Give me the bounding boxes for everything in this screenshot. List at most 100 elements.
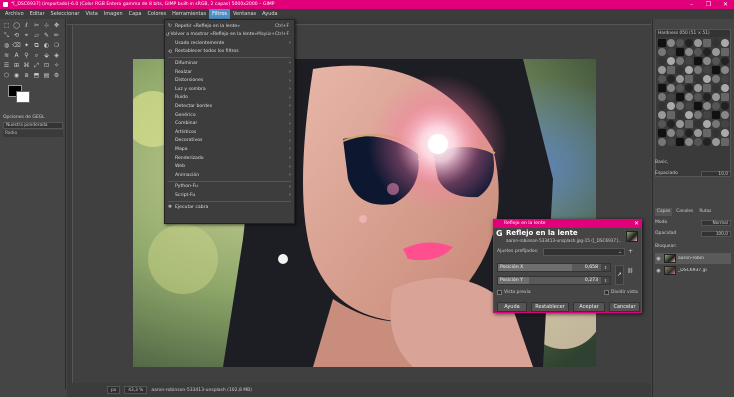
brush-swatch[interactable] [703,48,711,56]
tool-button[interactable]: ◯ [12,21,21,30]
brush-swatch[interactable] [703,66,711,74]
brush-swatch[interactable] [685,102,693,110]
brush-swatch[interactable] [667,39,675,47]
ok-button[interactable]: Aceptar [573,302,605,312]
brush-swatch[interactable] [712,120,720,128]
brush-swatch[interactable] [694,66,702,74]
brush-swatch[interactable] [685,93,693,101]
brush-swatch[interactable] [676,120,684,128]
brush-swatch[interactable] [685,48,693,56]
brush-swatch[interactable] [667,129,675,137]
filters-menu-item[interactable]: Python-Fu › [165,183,294,191]
filters-menu-item[interactable]: Detectar bordes › [165,102,294,110]
brush-swatch[interactable] [667,111,675,119]
brush-swatch[interactable] [694,120,702,128]
brush-grid[interactable] [656,37,730,148]
brush-swatch[interactable] [721,120,729,128]
tool-button[interactable]: ⬚ [2,21,11,30]
cancel-button[interactable]: Cancelar [609,302,640,312]
tool-button[interactable]: ✎ [42,31,51,40]
brush-swatch[interactable] [658,66,666,74]
brush-swatch[interactable] [667,138,675,146]
zoom-select[interactable]: 43,3 % [124,386,148,394]
close-icon[interactable]: ✕ [717,0,734,9]
menu-vista[interactable]: Vista [82,9,100,19]
brush-swatch[interactable] [667,75,675,83]
tool-button[interactable]: ✧ [52,61,61,70]
tool-button[interactable]: ⬒ [32,71,41,80]
background-color[interactable] [16,91,30,103]
filters-menu-item[interactable]: ↻ Repetir «Reflejo en la lente» Ctrl+F [165,22,294,30]
filters-menu-item[interactable]: Web › [165,163,294,171]
add-preset-icon[interactable]: + [628,248,634,256]
canvas-area[interactable] [67,19,651,389]
tool-button[interactable]: ✂ [32,21,41,30]
minimize-icon[interactable]: – [683,0,700,9]
reset-button[interactable]: Restablecer [531,302,569,312]
brush-swatch[interactable] [658,84,666,92]
brush-swatch[interactable] [667,84,675,92]
brush-swatch[interactable] [703,129,711,137]
tool-button[interactable]: ◈ [52,51,61,60]
brush-swatch[interactable] [667,93,675,101]
brush-swatch[interactable] [676,93,684,101]
tool-button[interactable]: A [12,51,21,60]
filters-menu-item[interactable]: Script-Fu › [165,191,294,199]
brush-swatch[interactable] [721,93,729,101]
brush-swatch[interactable] [703,75,711,83]
help-button[interactable]: Ayuda [497,302,527,312]
position-y-spinner[interactable]: Posición Y 0,273 ⇕ [497,276,611,285]
filters-menu-item[interactable]: Distorsiones › [165,77,294,85]
brush-swatch[interactable] [685,84,693,92]
brush-swatch[interactable] [685,75,693,83]
opacity-value[interactable]: 100,0 [701,231,731,237]
brush-swatch[interactable] [721,39,729,47]
brush-swatch[interactable] [658,39,666,47]
brush-swatch[interactable] [685,129,693,137]
tool-button[interactable]: ⌖ [22,31,31,40]
presets-combo[interactable]: ⌄ [543,248,625,256]
brush-swatch[interactable] [676,102,684,110]
menu-filtros[interactable]: Filtros [209,9,231,19]
brush-swatch[interactable] [712,57,720,65]
brush-swatch[interactable] [685,39,693,47]
menu-colores[interactable]: Colores [144,9,169,19]
brush-swatch[interactable] [694,84,702,92]
tool-button[interactable]: ◐ [42,41,51,50]
filters-menu-item[interactable]: Combinar › [165,120,294,128]
tool-button[interactable]: ≋ [2,51,11,60]
filters-menu-item[interactable]: Mapa › [165,145,294,153]
brush-swatch[interactable] [658,48,666,56]
brush-swatch[interactable] [721,129,729,137]
visibility-eye-icon[interactable]: ◉ [655,256,662,262]
brush-swatch[interactable] [712,84,720,92]
tool-button[interactable]: ❍ [52,41,61,50]
brush-swatch[interactable] [658,120,666,128]
tool-button[interactable]: ▱ [32,31,41,40]
brush-swatch[interactable] [721,75,729,83]
tab-capas[interactable]: Capas [655,208,673,216]
tool-button[interactable]: ⌫ [12,41,21,50]
brush-swatch[interactable] [667,120,675,128]
filters-menu-item[interactable]: Renderizado › [165,154,294,162]
brush-swatch[interactable] [676,138,684,146]
mode-select[interactable]: Normal [701,220,731,226]
brush-swatch[interactable] [712,111,720,119]
brush-swatch[interactable] [712,129,720,137]
brush-swatch[interactable] [703,138,711,146]
tool-button[interactable]: ▤ [42,71,51,80]
brush-swatch[interactable] [676,129,684,137]
filters-menu-item[interactable]: Usado recientemente › [165,39,294,47]
spin-arrows-icon[interactable]: ⇕ [601,277,610,284]
brush-swatch[interactable] [658,75,666,83]
spacing-value[interactable]: 10,0 [701,171,731,177]
filters-menu-item[interactable]: Difuminar › [165,59,294,67]
brush-swatch[interactable] [667,48,675,56]
brush-swatch[interactable] [712,93,720,101]
brush-swatch[interactable] [703,39,711,47]
brush-swatch[interactable] [667,102,675,110]
brush-swatch[interactable] [712,75,720,83]
brush-swatch[interactable] [685,66,693,74]
brush-swatch[interactable] [676,48,684,56]
menu-ventanas[interactable]: Ventanas [230,9,259,19]
